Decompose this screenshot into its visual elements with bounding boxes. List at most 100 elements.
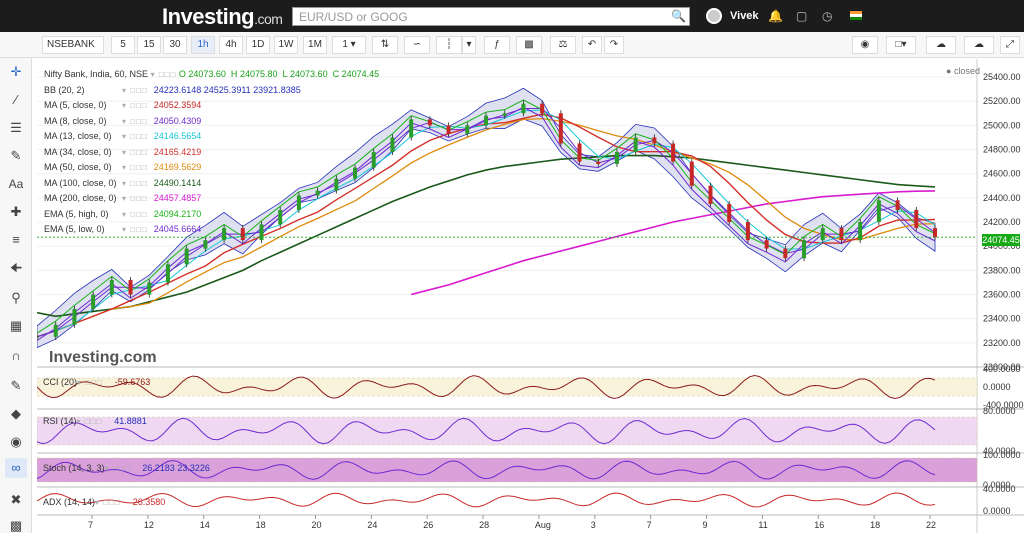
interval-1W[interactable]: 1W	[274, 36, 298, 54]
indicator-value: 24050.4309	[153, 115, 202, 126]
indicator-settings-icon[interactable]: ▾ □□□	[122, 207, 148, 223]
trendline-icon[interactable]: ∕	[5, 90, 27, 110]
measure-icon[interactable]: ▦	[5, 316, 27, 336]
link-icon[interactable]: ∞	[5, 458, 27, 478]
search-icon[interactable]: 🔍	[671, 9, 686, 23]
indicator-settings-icon[interactable]: ▾ □□□	[122, 129, 148, 145]
symbol-input[interactable]: NSEBANK	[42, 36, 104, 54]
india-flag-icon[interactable]	[850, 11, 862, 20]
interval-5[interactable]: 5	[111, 36, 135, 54]
candle-body	[91, 294, 96, 310]
interval-count-dropdown[interactable]: 1 ▾	[332, 36, 366, 54]
indicator-name[interactable]: MA (34, close, 0)	[44, 145, 122, 161]
line-chart-icon[interactable]: ∽	[404, 36, 430, 54]
undo-icon[interactable]: ↶	[582, 36, 602, 54]
pane-tick-label: 400.0000	[983, 364, 1021, 374]
cloud-load-icon[interactable]: ☁	[964, 36, 994, 54]
studies-icon[interactable]: ▩	[516, 36, 542, 54]
legend-title-row: Nifty Bank, India, 60, NSE ▾ □□□ O 24073…	[44, 67, 379, 83]
candle-body	[446, 125, 451, 134]
candle-body	[876, 200, 881, 223]
bell-icon[interactable]: 🔔	[768, 9, 783, 23]
indicator-name[interactable]: MA (5, close, 0)	[44, 98, 122, 114]
indicator-name[interactable]: BB (20, 2)	[44, 83, 122, 99]
fullscreen-icon[interactable]: ⤢	[1000, 36, 1020, 54]
crosshair-icon[interactable]: ✛	[5, 62, 27, 82]
tools-icon[interactable]: ✖	[5, 490, 27, 510]
search-input[interactable]: EUR/USD or GOOG 🔍	[292, 7, 690, 26]
rsi-label: RSI (14) ▾ □□□ 41.8881	[43, 416, 147, 426]
cloud-save-icon[interactable]: ☁	[926, 36, 956, 54]
indicator-settings-icon[interactable]: ▾ □□□	[122, 83, 148, 99]
redo-icon[interactable]: ↷	[604, 36, 624, 54]
indicator-value: 24146.5654	[153, 131, 202, 141]
user-name[interactable]: Vivek	[730, 10, 759, 22]
candle-body	[895, 200, 900, 210]
x-tick-label: 11	[758, 520, 767, 530]
indicator-settings-icon[interactable]: ▾ □□□	[122, 98, 148, 114]
indicator-settings-icon[interactable]: ▾ □□□	[122, 176, 148, 192]
indicator-value: 24169.5629	[153, 162, 202, 172]
investing-logo[interactable]: Investing.com	[162, 4, 283, 30]
lock-icon[interactable]: ◆	[5, 404, 27, 424]
price-tick-label: 24600.00	[983, 169, 1021, 179]
legend-indicator-row: MA (34, close, 0) ▾ □□□ 24165.4219	[44, 145, 379, 161]
stoch-label: Stoch (14, 3, 3) ▾ □□□ 26.2183 23.3226	[43, 463, 210, 473]
interval-1D[interactable]: 1D	[246, 36, 270, 54]
indicator-settings-icon[interactable]: ▾ □□□	[122, 160, 148, 176]
pane-tick-label: 80.0000	[983, 406, 1016, 416]
interval-1h[interactable]: 1h	[191, 36, 215, 54]
interval-1M[interactable]: 1M	[303, 36, 327, 54]
candlestick-icon[interactable]: ⇅	[372, 36, 398, 54]
compare-icon[interactable]: ⚖	[550, 36, 576, 54]
candle-body	[596, 161, 601, 165]
cci-label: CCI (20) ▾ □□□ -59.6763	[43, 377, 151, 387]
trash-icon[interactable]: ▩	[5, 516, 27, 536]
clock-icon[interactable]: ◷	[822, 9, 832, 23]
fibonacci-icon[interactable]: ≡	[5, 230, 27, 250]
indicator-name[interactable]: EMA (5, high, 0)	[44, 207, 122, 223]
price-tick-label: 23200.00	[983, 338, 1021, 348]
price-tick-label: 23600.00	[983, 290, 1021, 300]
chart-type-dropdown-icon[interactable]: ▾	[462, 36, 476, 54]
indicator-name[interactable]: MA (13, close, 0)	[44, 129, 122, 145]
indicator-value: 24223.6148 24525.3911 23921.8385	[153, 84, 301, 95]
candle-body	[614, 151, 619, 165]
zoom-icon[interactable]: ⚲	[5, 288, 27, 308]
indicator-name[interactable]: EMA (5, low, 0)	[44, 222, 122, 238]
briefcase-icon[interactable]: ▢	[796, 9, 807, 23]
text-tool-icon[interactable]: Aa	[5, 174, 27, 194]
indicator-settings-icon[interactable]: ▾ □□□	[122, 222, 148, 238]
bar-type-icon[interactable]: ┆	[436, 36, 462, 54]
eye-hide-icon[interactable]: ◉	[5, 432, 27, 452]
indicator-name[interactable]: MA (50, close, 0)	[44, 160, 122, 176]
interval-4h[interactable]: 4h	[219, 36, 243, 54]
interval-15[interactable]: 15	[137, 36, 161, 54]
indicator-name[interactable]: MA (200, close, 0)	[44, 191, 122, 207]
avatar[interactable]	[706, 8, 722, 24]
candle-body	[708, 185, 713, 204]
indicator-name[interactable]: MA (100, close, 0)	[44, 176, 122, 192]
color-select-icon[interactable]: □▾	[886, 36, 916, 54]
price-tick-label: 24200.00	[983, 217, 1021, 227]
magnet-icon[interactable]: ∩	[5, 346, 27, 366]
market-status: ● closed	[946, 66, 980, 76]
indicator-settings-icon[interactable]: ▾ □□□	[122, 114, 148, 130]
pencil-lock-icon[interactable]: ✎	[5, 376, 27, 396]
indicator-name[interactable]: MA (8, close, 0)	[44, 114, 122, 130]
legend-settings-icon[interactable]: ▾ □□□	[151, 67, 177, 83]
interval-30[interactable]: 30	[163, 36, 187, 54]
pane-tick-label: 100.0000	[983, 450, 1021, 460]
arrow-left-icon[interactable]: 🠈	[5, 258, 27, 278]
indicator-settings-icon[interactable]: ▾ □□□	[122, 191, 148, 207]
price-tick-label: 24800.00	[983, 145, 1021, 155]
camera-icon[interactable]: ◉	[852, 36, 878, 54]
indicator-settings-icon[interactable]: ▾ □□□	[122, 145, 148, 161]
price-tick-label: 25000.00	[983, 120, 1021, 130]
indicators-icon[interactable]: ƒ	[484, 36, 510, 54]
price-tick-label: 23800.00	[983, 265, 1021, 275]
pattern-icon[interactable]: ✚	[5, 202, 27, 222]
brush-icon[interactable]: ✎	[5, 146, 27, 166]
candle-body	[147, 282, 152, 295]
horizontal-lines-icon[interactable]: ☰	[5, 118, 27, 138]
